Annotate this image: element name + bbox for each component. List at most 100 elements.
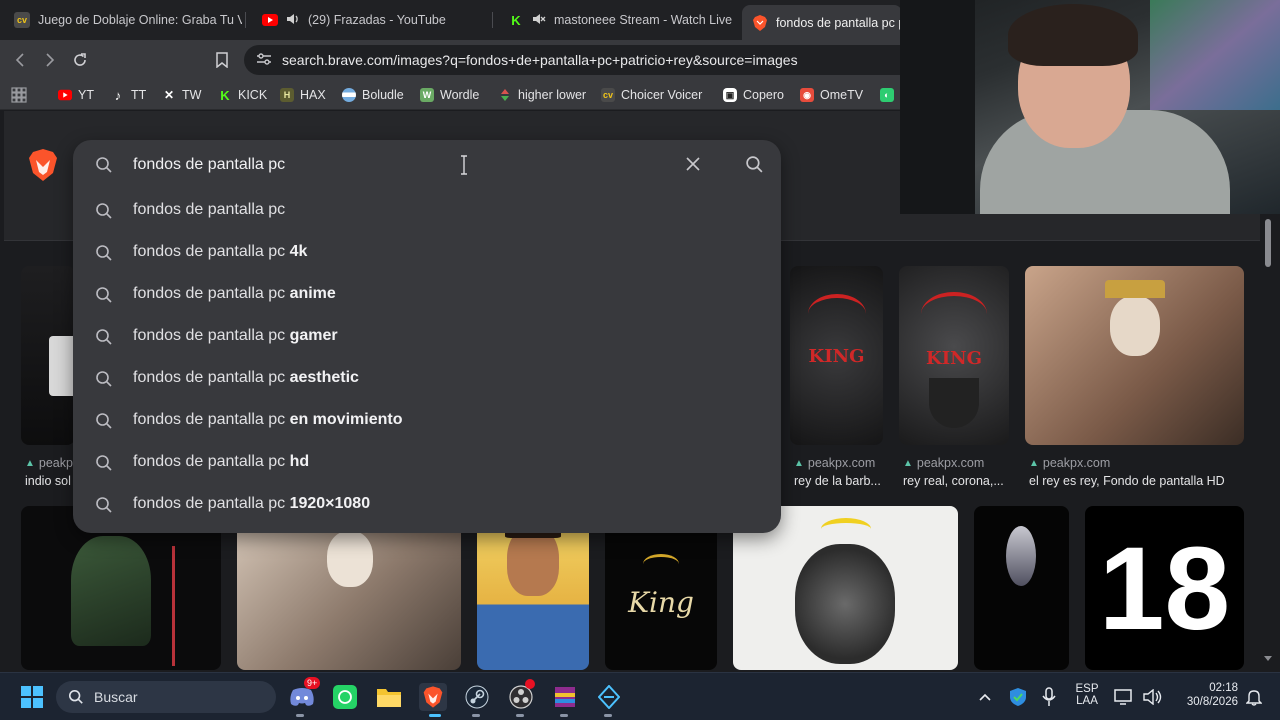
result-source[interactable]: ▲ peakpx.com [1029, 456, 1110, 470]
tray-overflow-button[interactable] [971, 683, 999, 711]
search-suggestion[interactable]: fondos de pantalla pc aesthetic [73, 358, 781, 398]
archive-icon [555, 687, 575, 707]
result-image-18[interactable]: 18 [1085, 506, 1244, 670]
search-suggestion[interactable]: fondos de pantalla pc 4k [73, 232, 781, 272]
tab-kick-stream[interactable]: K mastoneee Stream - Watch Live c [498, 6, 734, 34]
bookmark-icon [216, 52, 228, 68]
bookmark-kick[interactable]: K KICK [218, 86, 267, 104]
search-suggestion[interactable]: fondos de pantalla pc 1920×1080 [73, 484, 781, 524]
close-icon [686, 157, 700, 171]
discord-app[interactable]: 9+ [288, 677, 321, 711]
defender-tray[interactable] [1004, 683, 1032, 711]
address-bar[interactable]: search.brave.com/images?q=fondos+de+pant… [244, 45, 944, 75]
running-indicator [516, 714, 524, 717]
tab-brave-search[interactable]: fondos de pantalla pc p [742, 5, 902, 40]
search-box[interactable]: fondos de pantalla pc [73, 140, 781, 190]
steam-app[interactable] [463, 683, 491, 711]
whatsapp-app[interactable] [331, 683, 359, 711]
king-text: KING [926, 348, 982, 369]
obs-app[interactable] [507, 679, 535, 711]
bell-icon [1246, 690, 1262, 706]
notifications-button[interactable] [1240, 683, 1268, 711]
bookmark-wordle[interactable]: W Wordle [420, 86, 479, 104]
forward-button[interactable] [40, 50, 60, 70]
wordle-icon: W [420, 88, 434, 102]
result-title[interactable]: rey de la barb... [794, 474, 886, 488]
volume-tray[interactable] [1139, 683, 1167, 711]
scrollbar-thumb[interactable] [1265, 219, 1271, 267]
search-input[interactable]: fondos de pantalla pc [133, 156, 285, 174]
back-button[interactable] [10, 50, 30, 70]
bookmark-page-button[interactable] [212, 50, 232, 70]
suggestion-base: fondos de pantalla pc [133, 369, 290, 386]
taskbar-search[interactable]: Buscar [56, 681, 276, 713]
bookmark-yt[interactable]: YT [58, 86, 94, 104]
tab-voice-game[interactable]: cv Juego de Doblaje Online: Graba Tu V [4, 6, 242, 34]
clear-search-button[interactable] [685, 156, 701, 177]
bookmark-ometv[interactable]: ◉ OmeTV [800, 86, 863, 104]
reload-button[interactable] [70, 50, 90, 70]
bookmark-label: TT [131, 88, 147, 102]
start-button[interactable] [18, 683, 46, 711]
search-icon [95, 156, 113, 179]
speaker-icon[interactable] [286, 13, 300, 28]
search-suggestion[interactable]: fondos de pantalla pc en movimiento [73, 400, 781, 440]
search-suggestion[interactable]: fondos de pantalla pc gamer [73, 316, 781, 356]
muted-speaker-icon[interactable] [532, 13, 546, 28]
result-image-el-rey-es-rey[interactable] [1025, 266, 1244, 445]
bookmark-label: Boludle [362, 88, 404, 102]
cv-icon: cv [601, 88, 615, 102]
bookmark-label: Wordle [440, 88, 480, 102]
suggestion-base: fondos de pantalla pc [133, 201, 286, 218]
tab-label: (29) Frazadas - YouTube [308, 13, 446, 27]
bookmark-hax[interactable]: H HAX [280, 86, 326, 104]
steam-icon [465, 685, 489, 709]
bookmark-tw[interactable]: ✕ TW [162, 86, 201, 104]
bookmark-choicer-voicer[interactable]: cv Choicer Voicer [601, 86, 702, 104]
result-source[interactable]: ▲ peakpx.com [794, 456, 875, 470]
result-source[interactable]: ▲ peakp [25, 456, 73, 470]
clock[interactable]: 02:18 30/8/2026 [1168, 682, 1238, 708]
result-image-rey-barba[interactable]: KING [790, 266, 883, 445]
submit-search-button[interactable] [745, 155, 764, 179]
bookmark-higher-lower[interactable]: higher lower [498, 86, 586, 104]
page-scrollbar[interactable] [1262, 213, 1274, 669]
peakpx-icon: ▲ [794, 457, 804, 469]
bookmark-overflow[interactable]: ◐ [880, 86, 894, 104]
dev-app[interactable] [595, 683, 623, 711]
bookmark-tt[interactable]: ♪ TT [111, 86, 147, 104]
suggestion-base: fondos de pantalla pc [133, 285, 290, 302]
windows-taskbar: Buscar 9+ ESP LAA 02:18 30/8/2026 [0, 672, 1280, 720]
running-indicator [604, 714, 612, 717]
chevron-right-icon [46, 53, 55, 67]
result-title[interactable]: indio sol [25, 474, 73, 488]
result-image-rey-real[interactable]: KING [899, 266, 1009, 445]
network-tray[interactable] [1110, 683, 1138, 711]
higher-lower-icon [498, 88, 512, 102]
search-suggestion[interactable]: fondos de pantalla pc anime [73, 274, 781, 314]
microphone-tray[interactable] [1035, 683, 1063, 711]
bookmark-boludle[interactable]: Boludle [342, 86, 404, 104]
search-suggestion[interactable]: fondos de pantalla pc [73, 190, 781, 230]
bookmark-copero[interactable]: ▣ Copero [723, 86, 784, 104]
language-indicator[interactable]: ESP LAA [1068, 683, 1106, 707]
brave-app[interactable] [419, 683, 447, 711]
apps-button[interactable] [11, 86, 27, 104]
network-icon [1114, 689, 1132, 705]
site-settings-icon[interactable] [256, 52, 272, 69]
result-title[interactable]: el rey es rey, Fondo de pantalla HD [1029, 474, 1244, 488]
chat-icon: ◐ [880, 88, 894, 102]
result-source[interactable]: ▲ peakpx.com [903, 456, 984, 470]
result-image-indio-sol[interactable] [21, 266, 75, 445]
suggestion-text: fondos de pantalla pc 1920×1080 [133, 495, 370, 513]
brave-favicon-icon [752, 14, 768, 31]
result-image-skull[interactable] [974, 506, 1069, 670]
file-explorer-app[interactable] [375, 683, 403, 711]
suggestion-text: fondos de pantalla pc aesthetic [133, 369, 359, 387]
winrar-app[interactable] [551, 683, 579, 711]
result-title[interactable]: rey real, corona,... [903, 474, 1013, 488]
tab-youtube[interactable]: (29) Frazadas - YouTube [252, 6, 488, 34]
search-suggestion[interactable]: fondos de pantalla pc hd [73, 442, 781, 482]
brave-logo-icon[interactable] [28, 148, 58, 187]
windows-logo-icon [21, 686, 43, 708]
